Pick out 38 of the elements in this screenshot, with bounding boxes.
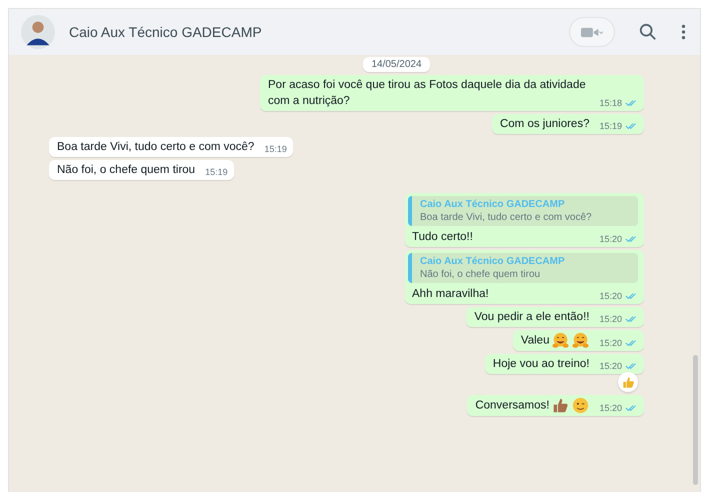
avatar-icon[interactable] xyxy=(21,15,55,49)
message-text: Boa tarde Vivi, tudo certo e com você? xyxy=(57,141,254,153)
message-text: Valeu xyxy=(520,334,550,347)
quoted-message[interactable]: Caio Aux Técnico GADECAMP Boa tarde Vivi, tudo certo e com você? xyxy=(408,196,638,226)
date-chip: 14/05/2024 xyxy=(363,57,430,72)
message-text: Vou pedir a ele então!! xyxy=(474,311,590,323)
message-time: 15:19 xyxy=(264,143,287,155)
message-time: 15:20 xyxy=(599,360,622,372)
quote-author: Caio Aux Técnico GADECAMP xyxy=(420,199,566,210)
message-text: Por acaso foi você que tirou as Fotos daquele dia da atividade com a nutrição? xyxy=(268,79,586,107)
quote-text: Não foi, o chefe quem tirou xyxy=(420,269,542,280)
message-text: Hoje vou ao treino! xyxy=(492,358,590,370)
hugging-face-icon xyxy=(552,332,570,349)
hugging-face-icon xyxy=(572,332,590,349)
message-text: Com os juniores? xyxy=(500,118,590,130)
message-text: Ahh maravilha! xyxy=(412,288,489,300)
menu-icon[interactable] xyxy=(681,24,686,40)
message-time: 15:20 xyxy=(599,233,622,245)
message-text: Não foi, o chefe quem tirou xyxy=(57,164,196,176)
contact-name[interactable]: Caio Aux Técnico GADECAMP xyxy=(69,24,262,40)
scrollbar[interactable] xyxy=(693,355,698,485)
winking-face-icon xyxy=(572,397,590,414)
video-camera-icon xyxy=(581,26,603,38)
search-icon[interactable] xyxy=(639,23,657,41)
message-time: 15:18 xyxy=(599,97,622,109)
message-time: 15:20 xyxy=(599,402,622,414)
message-time: 15:19 xyxy=(205,166,228,178)
thumbs-up-icon xyxy=(552,397,570,414)
message-text: Conversamos! xyxy=(475,400,550,412)
message-time: 15:20 xyxy=(599,313,622,325)
quote-text: Boa tarde Vivi, tudo certo e com você? xyxy=(420,212,593,223)
message-time: 15:20 xyxy=(599,337,622,349)
quoted-message[interactable]: Caio Aux Técnico GADECAMP Não foi, o chefe quem tirou xyxy=(408,253,638,283)
message-text: Tudo certo!! xyxy=(412,231,473,243)
quote-author: Caio Aux Técnico GADECAMP xyxy=(420,256,566,267)
message-time: 15:20 xyxy=(599,290,622,302)
thumbs-up-icon xyxy=(622,376,634,388)
message-time: 15:19 xyxy=(599,120,622,132)
